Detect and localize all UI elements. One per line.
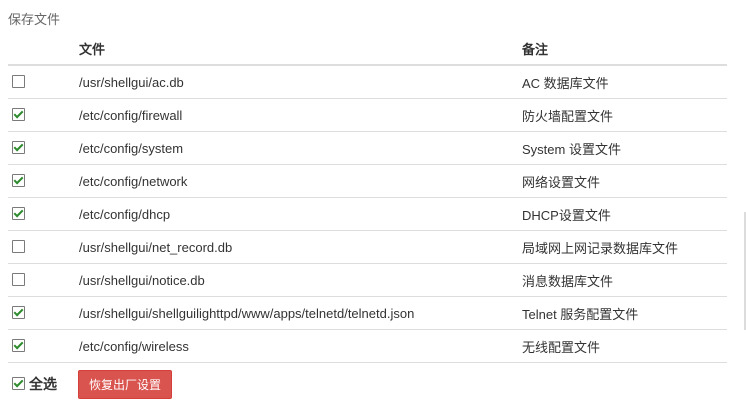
header-file: 文件 bbox=[79, 33, 522, 66]
row-check-cell bbox=[8, 164, 79, 198]
row-check-cell bbox=[8, 65, 79, 99]
file-path-cell: /usr/shellgui/notice.db bbox=[79, 263, 522, 297]
row-checkbox[interactable] bbox=[12, 240, 25, 253]
row-check-cell bbox=[8, 230, 79, 264]
file-path-cell: /etc/config/dhcp bbox=[79, 197, 522, 231]
file-note-cell: 网络设置文件 bbox=[522, 164, 727, 198]
row-check-cell bbox=[8, 98, 79, 132]
row-checkbox[interactable] bbox=[12, 306, 25, 319]
table-row: /etc/config/system System 设置文件 bbox=[8, 131, 727, 165]
row-checkbox[interactable] bbox=[12, 273, 25, 286]
select-all-checkbox[interactable]: 全选 bbox=[12, 374, 57, 394]
file-note-cell: Telnet 服务配置文件 bbox=[522, 296, 727, 330]
row-checkbox[interactable] bbox=[12, 75, 25, 88]
select-all-label: 全选 bbox=[29, 376, 57, 392]
table-row: /usr/shellgui/net_record.db 局域网上网记录数据库文件 bbox=[8, 230, 727, 264]
save-files-table: 文件 备注 /usr/shellgui/ac.db AC 数据库文件/etc/co… bbox=[8, 33, 727, 363]
footer-actions: 全选 恢复出厂设置 bbox=[12, 369, 173, 399]
table-row: /etc/config/wireless 无线配置文件 bbox=[8, 329, 727, 363]
file-note-cell: 局域网上网记录数据库文件 bbox=[522, 230, 727, 264]
table-row: /usr/shellgui/shellguilighttpd/www/apps/… bbox=[8, 296, 727, 330]
row-check-cell bbox=[8, 263, 79, 297]
file-note-cell: System 设置文件 bbox=[522, 131, 727, 165]
file-path-cell: /usr/shellgui/ac.db bbox=[79, 65, 522, 99]
table-row: /usr/shellgui/ac.db AC 数据库文件 bbox=[8, 65, 727, 99]
row-checkbox[interactable] bbox=[12, 141, 25, 154]
row-check-cell bbox=[8, 296, 79, 330]
row-check-cell bbox=[8, 197, 79, 231]
checkbox-icon[interactable] bbox=[12, 376, 25, 390]
file-path-cell: /usr/shellgui/shellguilighttpd/www/apps/… bbox=[79, 296, 522, 330]
table-row: /etc/config/dhcp DHCP设置文件 bbox=[8, 197, 727, 231]
row-checkbox[interactable] bbox=[12, 339, 25, 352]
file-path-cell: /etc/config/firewall bbox=[79, 98, 522, 132]
table-row: /usr/shellgui/notice.db 消息数据库文件 bbox=[8, 263, 727, 297]
row-check-cell bbox=[8, 329, 79, 363]
file-path-cell: /etc/config/system bbox=[79, 131, 522, 165]
file-note-cell: DHCP设置文件 bbox=[522, 197, 727, 231]
file-note-cell: 防火墙配置文件 bbox=[522, 98, 727, 132]
file-note-cell: AC 数据库文件 bbox=[522, 65, 727, 99]
row-checkbox[interactable] bbox=[12, 108, 25, 121]
header-note: 备注 bbox=[522, 33, 727, 66]
file-note-cell: 无线配置文件 bbox=[522, 329, 727, 363]
factory-reset-button[interactable]: 恢复出厂设置 bbox=[78, 369, 173, 399]
section-title: 保存文件 bbox=[8, 12, 61, 27]
table-header-row: 文件 备注 bbox=[8, 33, 727, 66]
header-check-cell bbox=[8, 33, 79, 66]
file-path-cell: /etc/config/wireless bbox=[79, 329, 522, 363]
file-path-cell: /usr/shellgui/net_record.db bbox=[79, 230, 522, 264]
row-checkbox[interactable] bbox=[12, 174, 25, 187]
table-row: /etc/config/network 网络设置文件 bbox=[8, 164, 727, 198]
file-path-cell: /etc/config/network bbox=[79, 164, 522, 198]
row-checkbox[interactable] bbox=[12, 207, 25, 220]
row-check-cell bbox=[8, 131, 79, 165]
file-note-cell: 消息数据库文件 bbox=[522, 263, 727, 297]
table-row: /etc/config/firewall 防火墙配置文件 bbox=[8, 98, 727, 132]
